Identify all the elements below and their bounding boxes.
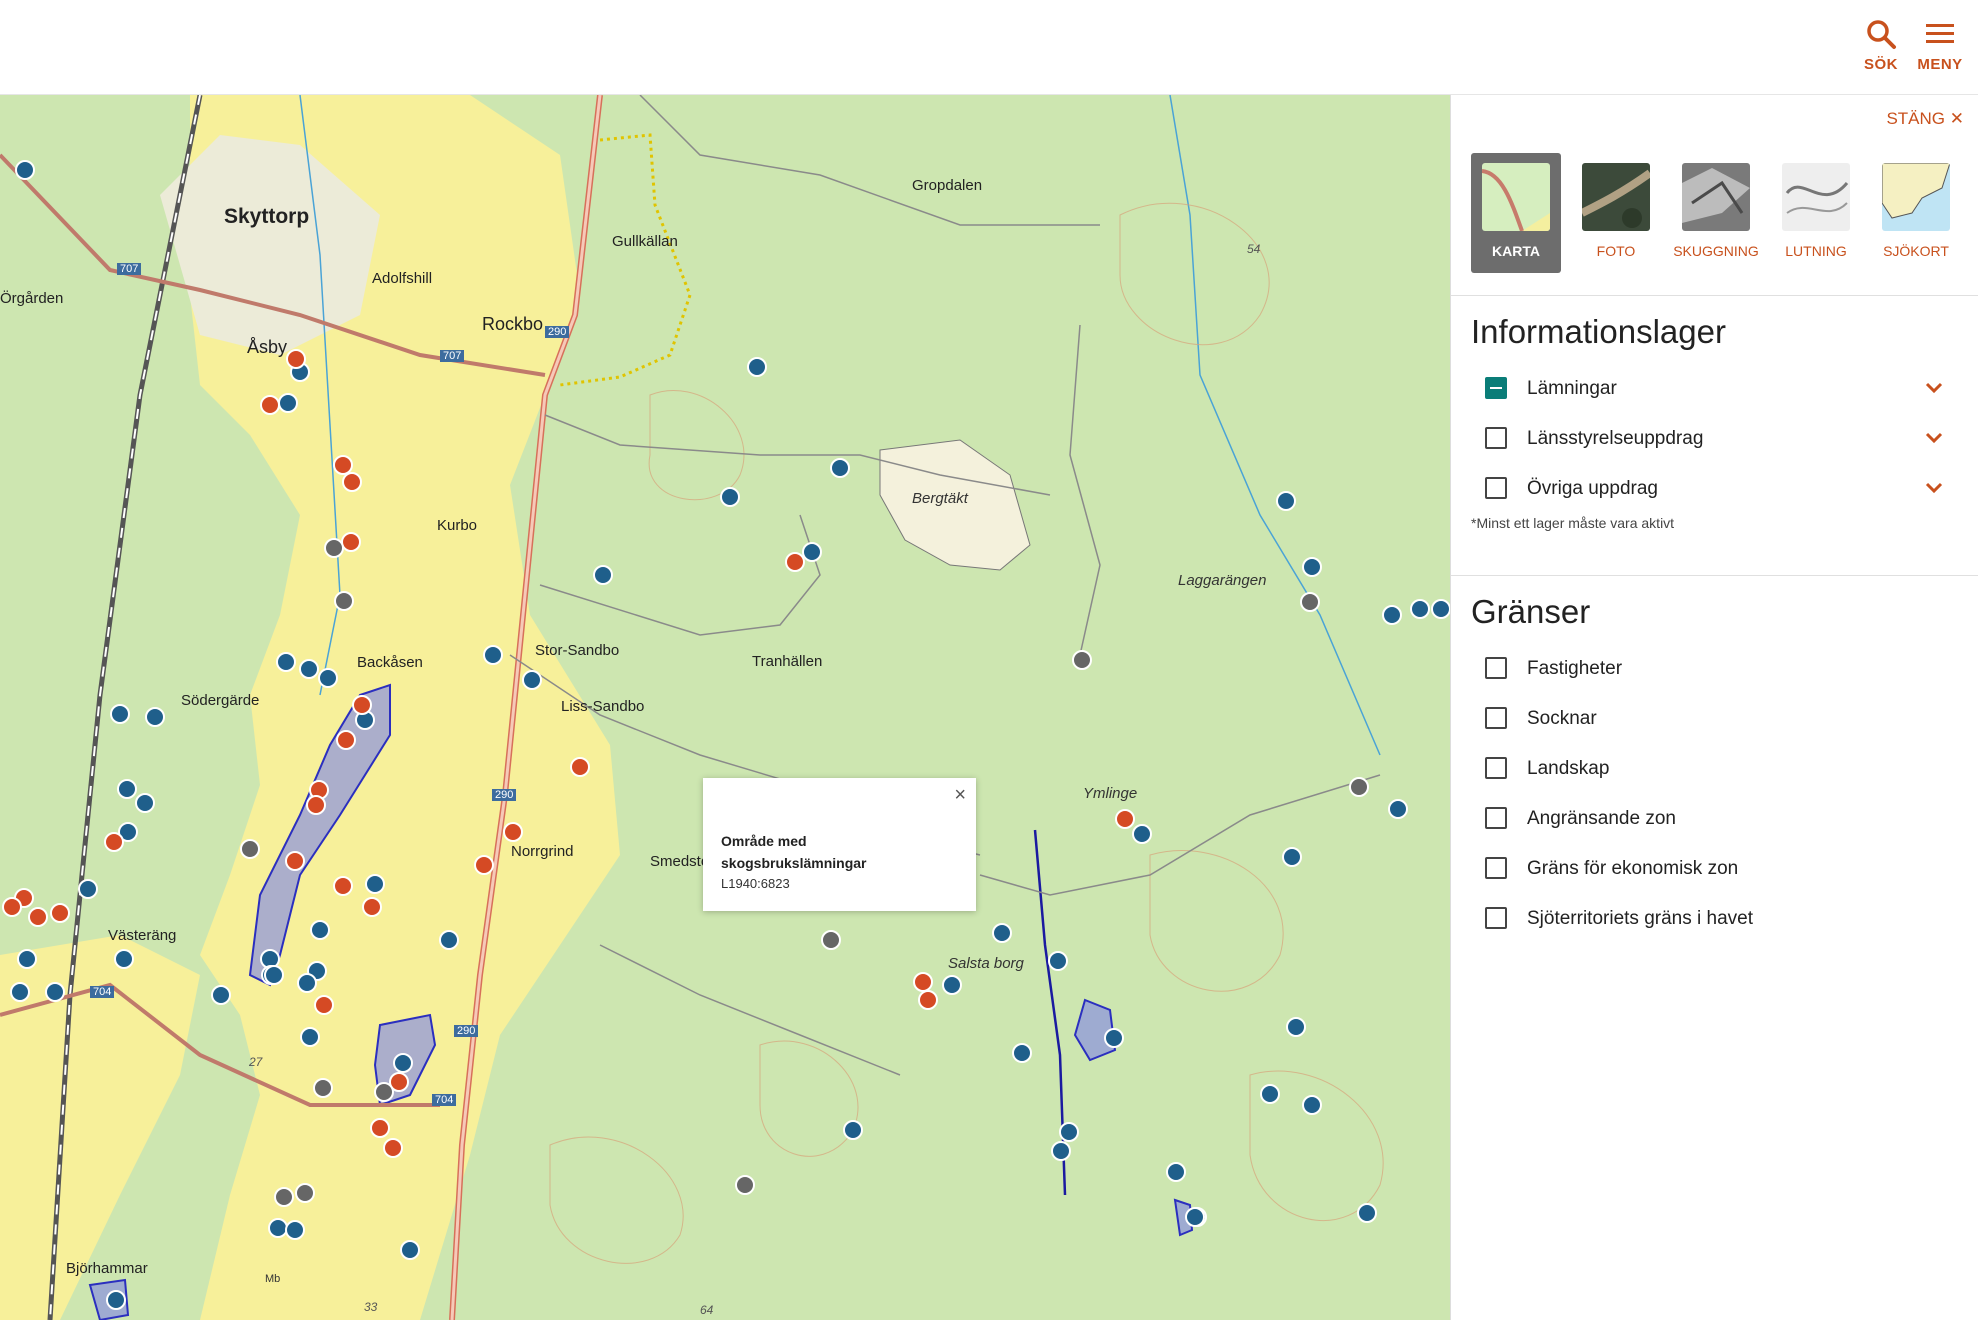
search-button[interactable]: SÖK — [1851, 18, 1911, 78]
border-label: Landskap — [1527, 758, 1610, 779]
place-label: Rockbo — [482, 314, 544, 334]
border-checkbox[interactable] — [1485, 857, 1507, 879]
border-checkbox[interactable] — [1485, 657, 1507, 679]
layer-checkbox[interactable] — [1485, 477, 1507, 499]
menu-button[interactable]: MENY — [1910, 18, 1970, 78]
close-panel-button[interactable]: STÄNG ✕ — [1886, 109, 1964, 129]
road-number-badge: 290 — [545, 326, 570, 338]
layer-row-ovriga-uppdrag[interactable]: Övriga uppdrag — [1485, 473, 1955, 503]
chevron-down-icon[interactable] — [1923, 427, 1945, 449]
place-label: Gropdalen — [912, 177, 983, 194]
border-row-sjoterritorium[interactable]: Sjöterritoriets gräns i havet — [1485, 903, 1955, 933]
layer-row-lansstyrelseuppdrag[interactable]: Länsstyrelseuppdrag — [1485, 423, 1955, 453]
road-number-badge: 290 — [492, 789, 517, 801]
road-number-badge: 704 — [90, 986, 115, 998]
place-label: Backåsen — [357, 654, 423, 671]
road-number-badge: 707 — [117, 263, 142, 275]
border-row-landskap[interactable]: Landskap — [1485, 753, 1955, 783]
place-label: Stor-Sandbo — [535, 642, 620, 659]
basemap-lutning-thumbnail — [1782, 163, 1850, 231]
border-label: Fastigheter — [1527, 658, 1623, 679]
border-checkbox[interactable] — [1485, 807, 1507, 829]
divider — [1451, 295, 1978, 296]
road-number-badge: 707 — [440, 350, 465, 362]
place-label: Åsby — [247, 337, 288, 357]
place-label: Laggarängen — [1178, 572, 1267, 589]
layer-checkbox[interactable] — [1485, 427, 1507, 449]
basemap-lutning[interactable]: LUTNING — [1771, 153, 1861, 273]
border-row-ekonomisk-zon[interactable]: Gräns för ekonomisk zon — [1485, 853, 1955, 883]
basemap-karta[interactable]: KARTA — [1471, 153, 1561, 273]
layer-row-lamningar[interactable]: Lämningar — [1485, 373, 1955, 403]
border-row-socknar[interactable]: Socknar — [1485, 703, 1955, 733]
map-view[interactable]: Skyttorp Örgården Adolfshill Åsby Rockbo… — [0, 95, 1450, 1320]
border-label: Gräns för ekonomisk zon — [1527, 858, 1739, 879]
place-label: Norrgrind — [511, 843, 574, 860]
place-label: Ymlinge — [1083, 785, 1138, 802]
layer-label: Länsstyrelseuppdrag — [1527, 428, 1704, 449]
place-label: Salsta borg — [948, 955, 1024, 972]
place-label: Tranhällen — [752, 653, 823, 670]
basemap-skuggning[interactable]: SKUGGNING — [1671, 153, 1761, 273]
basemap-label: SKUGGNING — [1673, 243, 1759, 259]
road-number-badge: 290 — [454, 1025, 479, 1037]
close-label: STÄNG — [1886, 109, 1946, 128]
popup-close-button[interactable]: × — [954, 784, 966, 807]
basemap-label: FOTO — [1596, 243, 1636, 259]
border-checkbox[interactable] — [1485, 707, 1507, 729]
place-label: Skyttorp — [224, 205, 310, 228]
layer-note: *Minst ett lager måste vara aktivt — [1471, 515, 1675, 531]
border-label: Angränsande zon — [1527, 808, 1676, 829]
border-row-angransande-zon[interactable]: Angränsande zon — [1485, 803, 1955, 833]
search-icon — [1867, 20, 1896, 49]
place-label: Gullkällan — [612, 233, 678, 250]
basemap-label: SJÖKORT — [1883, 243, 1949, 259]
contour-label: Mb — [265, 1273, 281, 1285]
contour-label: 27 — [249, 1055, 263, 1069]
border-label: Socknar — [1527, 708, 1597, 729]
basemap-sjokort[interactable]: SJÖKORT — [1871, 153, 1961, 273]
basemap-sjokort-thumbnail — [1882, 163, 1950, 231]
place-label: Örgården — [0, 290, 64, 307]
basemap-foto-thumbnail — [1582, 163, 1650, 231]
top-header: SÖK MENY — [0, 0, 1978, 95]
hamburger-icon — [1926, 24, 1954, 43]
border-label: Sjöterritoriets gräns i havet — [1527, 908, 1753, 929]
borders-title: Gränser — [1471, 593, 1591, 630]
close-icon: ✕ — [1949, 109, 1964, 128]
basemap-label: KARTA — [1492, 243, 1540, 259]
popup-title: Område med skogsbrukslämningar — [721, 833, 867, 871]
basemap-karta-thumbnail — [1482, 163, 1550, 231]
basemap-label: LUTNING — [1785, 243, 1847, 259]
place-label: Liss-Sandbo — [561, 698, 645, 715]
border-row-fastigheter[interactable]: Fastigheter — [1485, 653, 1955, 683]
place-label: Björhammar — [66, 1260, 148, 1277]
contour-label: 33 — [364, 1300, 378, 1314]
layer-checkbox[interactable] — [1485, 377, 1507, 399]
place-label: Kurbo — [437, 517, 478, 534]
basemap-foto[interactable]: FOTO — [1571, 153, 1661, 273]
contour-label: 64 — [700, 1303, 714, 1317]
place-label: Södergärde — [181, 692, 260, 709]
layer-label: Lämningar — [1527, 378, 1617, 399]
place-label: Adolfshill — [372, 270, 433, 287]
menu-label: MENY — [1917, 56, 1963, 73]
chevron-down-icon[interactable] — [1923, 477, 1945, 499]
road-number-badge: 704 — [432, 1094, 457, 1106]
layer-panel: STÄNG ✕ KARTA FOTO SKUGGNING LUTNING SJÖ… — [1450, 95, 1978, 1320]
popup-identifier: L1940:6823 — [721, 876, 790, 891]
border-checkbox[interactable] — [1485, 757, 1507, 779]
contour-label: 54 — [1247, 242, 1261, 256]
basemap-skuggning-thumbnail — [1682, 163, 1750, 231]
chevron-down-icon[interactable] — [1923, 377, 1945, 399]
search-label: SÖK — [1863, 56, 1898, 73]
place-label: Bergtäkt — [912, 490, 968, 507]
divider — [1451, 575, 1978, 576]
place-label: Västeräng — [108, 927, 177, 944]
border-checkbox[interactable] — [1485, 907, 1507, 929]
feature-popup: × Område med skogsbrukslämningar L1940:6… — [703, 778, 976, 911]
layer-label: Övriga uppdrag — [1527, 478, 1658, 499]
info-layers-title: Informationslager — [1471, 313, 1726, 350]
